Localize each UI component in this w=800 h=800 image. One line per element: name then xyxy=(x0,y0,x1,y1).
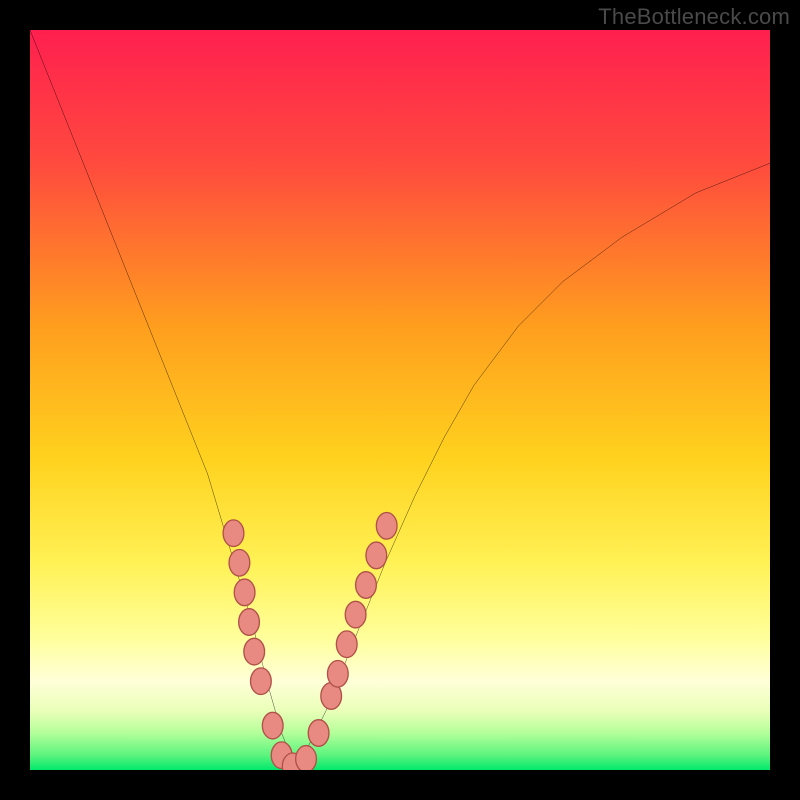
curve-marker xyxy=(376,512,397,539)
curve-marker xyxy=(356,572,377,599)
plot-area xyxy=(30,30,770,770)
curve-marker xyxy=(327,660,348,687)
curve-marker xyxy=(336,631,357,658)
curve-marker xyxy=(308,720,329,747)
curve-marker xyxy=(366,542,387,569)
curve-marker xyxy=(223,520,244,547)
bottleneck-curve xyxy=(30,30,770,770)
curve-marker xyxy=(244,638,265,665)
curve-marker xyxy=(251,668,272,695)
curve-marker xyxy=(262,712,283,739)
curve-marker xyxy=(345,601,366,628)
curve-marker xyxy=(234,579,255,606)
curve-marker xyxy=(296,746,317,770)
watermark-text: TheBottleneck.com xyxy=(598,4,790,30)
curve-marker xyxy=(229,549,250,576)
curve-marker xyxy=(239,609,260,636)
chart-frame: TheBottleneck.com xyxy=(0,0,800,800)
